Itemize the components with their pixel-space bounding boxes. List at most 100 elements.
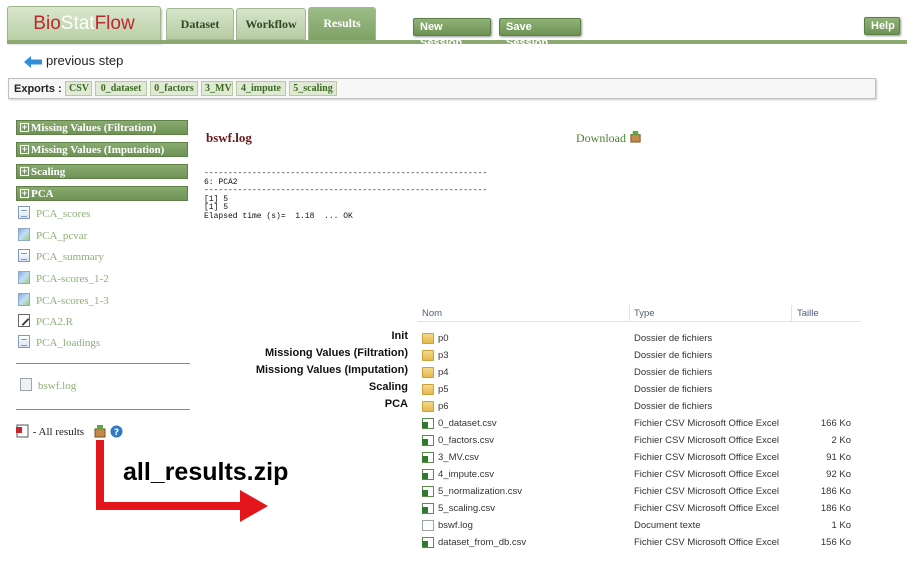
log-line: [1] 5 <box>204 194 229 204</box>
previous-step-label: previous step <box>46 53 124 68</box>
all-results-zip-label: all_results.zip <box>123 458 289 486</box>
expand-plus-icon: + <box>20 166 29 176</box>
file-explorer: Nom Type Taille p0 Dossier de fichiers p… <box>417 305 861 557</box>
export-3-mv-link[interactable]: 3_MV <box>201 81 233 96</box>
column-header-name[interactable]: Nom <box>422 308 442 319</box>
expand-plus-icon: + <box>20 144 29 154</box>
file-row[interactable]: p3 Dossier de fichiers <box>417 347 861 364</box>
sidebar-item-pca-summary[interactable]: PCA_summary <box>18 249 104 265</box>
tab-results[interactable]: Results <box>308 7 376 42</box>
sidebar-divider <box>16 409 190 410</box>
file-row[interactable]: 0_factors.csv Fichier CSV Microsoft Offi… <box>417 432 861 449</box>
sidebar-divider <box>16 363 190 364</box>
log-line: Elapsed time (s)= 1.18 ... OK <box>204 211 353 221</box>
folder-icon <box>422 333 434 344</box>
help-button[interactable]: Help <box>864 17 900 35</box>
image-icon <box>18 228 30 241</box>
package-download-icon <box>630 130 641 143</box>
section-missing-values-filtration[interactable]: + Missing Values (Filtration) <box>16 120 188 135</box>
excel-csv-icon <box>422 452 434 463</box>
tab-workflow[interactable]: Workflow <box>236 8 306 40</box>
log-file-title: bswf.log <box>206 130 252 145</box>
file-row[interactable]: 0_dataset.csv Fichier CSV Microsoft Offi… <box>417 415 861 432</box>
excel-csv-icon <box>422 537 434 548</box>
folder-icon <box>422 384 434 395</box>
folder-icon <box>422 350 434 361</box>
column-separator[interactable] <box>791 305 792 322</box>
folder-icon <box>422 401 434 412</box>
sidebar-item-pca-scores[interactable]: PCA_scores <box>18 206 90 222</box>
logo-text-bio: Bio <box>33 13 61 34</box>
file-row[interactable]: p5 Dossier de fichiers <box>417 381 861 398</box>
report-icon <box>16 424 29 438</box>
sidebar-item-bswf-log[interactable]: bswf.log <box>20 378 76 394</box>
exports-bar: Exports : CSV 0_dataset 0_factors 3_MV 4… <box>8 78 876 99</box>
package-download-icon[interactable] <box>93 424 107 438</box>
sidebar-item-pca-loadings[interactable]: PCA_loadings <box>18 335 100 351</box>
svg-text:?: ? <box>113 428 118 438</box>
new-session-button[interactable]: New Session <box>413 18 491 49</box>
excel-csv-icon <box>422 418 434 429</box>
section-scaling[interactable]: + Scaling <box>16 164 188 179</box>
logo-text-flow: Flow <box>94 13 135 34</box>
document-icon <box>18 335 30 348</box>
log-line: ----------------------------------------… <box>204 186 488 196</box>
folder-icon <box>422 367 434 378</box>
file-row[interactable]: bswf.log Document texte 1 Ko <box>417 517 861 534</box>
sidebar-item-pca2-r[interactable]: PCA2.R <box>18 314 73 330</box>
tab-dataset[interactable]: Dataset <box>166 8 234 40</box>
log-file-icon <box>20 378 32 391</box>
help-icon[interactable]: ? <box>110 425 123 438</box>
column-header-type[interactable]: Type <box>634 308 655 319</box>
export-0-factors-link[interactable]: 0_factors <box>150 81 198 96</box>
text-document-icon <box>422 520 434 531</box>
step-label-init: Init <box>391 330 409 342</box>
app-logo[interactable]: BioStatFlow <box>7 6 161 42</box>
excel-csv-icon <box>422 469 434 480</box>
document-icon <box>18 206 30 219</box>
sidebar-item-pca-pcvar[interactable]: PCA_pcvar <box>18 228 87 244</box>
section-pca[interactable]: + PCA <box>16 186 188 201</box>
file-row[interactable]: 5_normalization.csv Fichier CSV Microsof… <box>417 483 861 500</box>
back-arrow-icon <box>24 55 42 68</box>
script-edit-icon <box>18 314 30 327</box>
explorer-header: Nom Type Taille <box>417 305 861 322</box>
step-label-mv-imputation: Missiong Values (Imputation) <box>255 364 408 376</box>
export-5-scaling-link[interactable]: 5_scaling <box>289 81 337 96</box>
section-missing-values-imputation[interactable]: + Missing Values (Imputation) <box>16 142 188 157</box>
excel-csv-icon <box>422 486 434 497</box>
export-4-impute-link[interactable]: 4_impute <box>236 81 286 96</box>
all-results-label: - All results <box>32 426 85 438</box>
previous-step-link[interactable]: previous step <box>24 53 123 68</box>
file-row[interactable]: 5_scaling.csv Fichier CSV Microsoft Offi… <box>417 500 861 517</box>
file-row[interactable]: dataset_from_db.csv Fichier CSV Microsof… <box>417 534 861 551</box>
export-csv-link[interactable]: CSV <box>65 81 92 96</box>
export-0-dataset-link[interactable]: 0_dataset <box>95 81 147 96</box>
file-row[interactable]: 4_impute.csv Fichier CSV Microsoft Offic… <box>417 466 861 483</box>
save-session-button[interactable]: Save Session <box>499 18 581 49</box>
image-icon <box>18 271 30 284</box>
log-line: ----------------------------------------… <box>204 169 488 178</box>
step-label-pca: PCA <box>384 398 408 410</box>
column-separator[interactable] <box>629 305 630 322</box>
file-row[interactable]: p6 Dossier de fichiers <box>417 398 861 415</box>
download-link[interactable]: Download <box>576 130 642 146</box>
expand-plus-icon: + <box>20 188 29 198</box>
excel-csv-icon <box>422 503 434 514</box>
sidebar-item-pca-scores-1-3[interactable]: PCA-scores_1-3 <box>18 293 109 309</box>
sidebar-item-pca-scores-1-2[interactable]: PCA-scores_1-2 <box>18 271 109 287</box>
step-label-scaling: Scaling <box>368 381 408 393</box>
logo-text-stat: Stat <box>60 13 95 34</box>
image-icon <box>18 293 30 306</box>
log-output: ----------------------------------------… <box>204 169 488 222</box>
exports-label: Exports : <box>14 83 62 95</box>
document-icon <box>18 249 30 262</box>
expand-plus-icon: + <box>20 122 29 132</box>
column-header-size[interactable]: Taille <box>797 308 819 319</box>
step-label-mv-filtration: Missiong Values (Filtration) <box>264 347 408 359</box>
excel-csv-icon <box>422 435 434 446</box>
file-row[interactable]: p0 Dossier de fichiers <box>417 330 861 347</box>
all-results-row: - All results ? <box>16 424 123 438</box>
file-row[interactable]: 3_MV.csv Fichier CSV Microsoft Office Ex… <box>417 449 861 466</box>
file-row[interactable]: p4 Dossier de fichiers <box>417 364 861 381</box>
